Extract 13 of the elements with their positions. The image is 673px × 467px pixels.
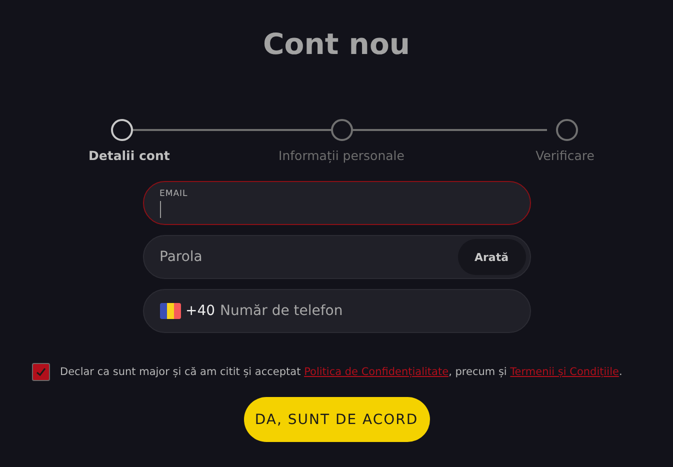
checkmark-icon: [35, 366, 47, 378]
agree-button[interactable]: DA, SUNT DE ACORD: [244, 397, 430, 442]
consent-text: Declar ca sunt major și că am citit și acceptat Politica de Confidențialitate, precum și Termenii și Condițiile.: [60, 366, 622, 378]
flag-icon: [160, 303, 180, 319]
page-title: Cont nou: [262, 26, 412, 63]
step-label[interactable]: Detalii cont: [88, 148, 170, 163]
consent-checkbox[interactable]: [32, 363, 50, 381]
step-label[interactable]: Verificare: [536, 148, 594, 163]
password-field[interactable]: Parola Arată: [142, 235, 530, 279]
show-password-button[interactable]: Arată: [458, 239, 526, 275]
step-label[interactable]: Informații personale: [278, 148, 404, 163]
email-field[interactable]: EMAIL: [142, 181, 530, 225]
phone-field[interactable]: +40 Număr de telefon: [142, 289, 530, 333]
